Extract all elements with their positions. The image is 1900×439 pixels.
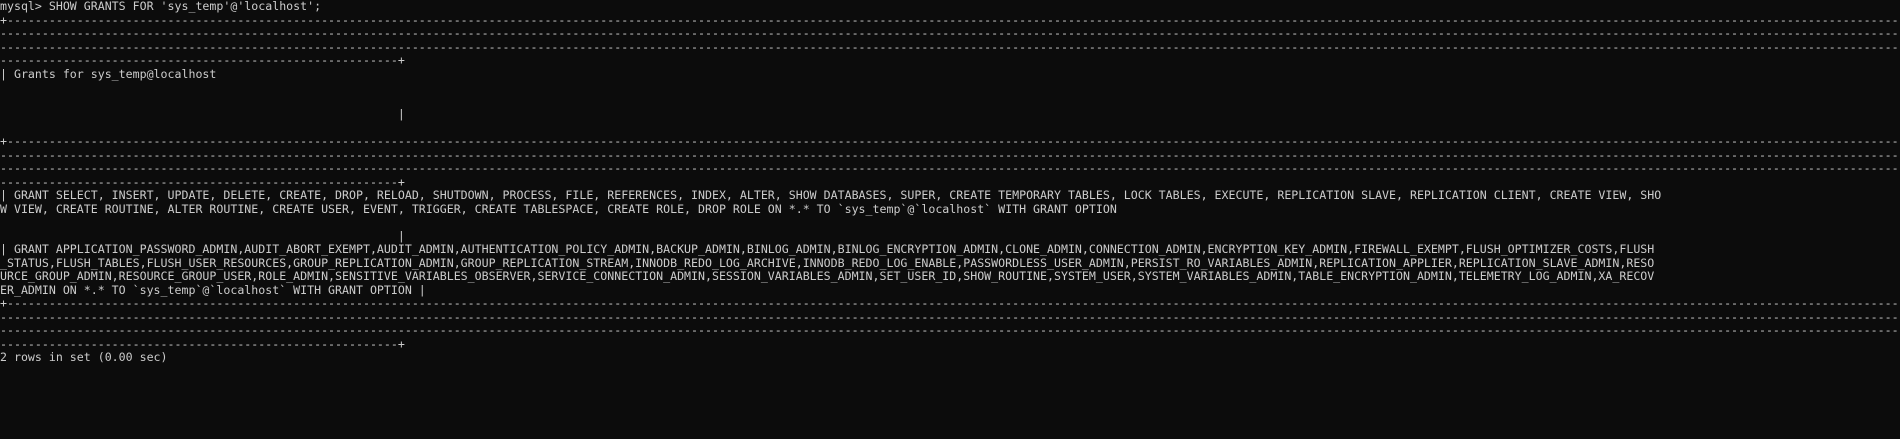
table-border-mid: ----------------------------------------… xyxy=(0,162,1900,175)
table-border-mid: ----------------------------------------… xyxy=(0,175,405,189)
table-border-top: ----------------------------------------… xyxy=(0,27,1900,40)
table-border-bottom: ----------------------------------------… xyxy=(0,337,405,351)
table-row: | GRANT SELECT, INSERT, UPDATE, DELETE, … xyxy=(0,189,1662,202)
table-row: ER_ADMIN ON *.* TO `sys_temp`@`localhost… xyxy=(0,283,426,297)
table-row-end: | xyxy=(0,229,405,243)
table-border-bottom: ----------------------------------------… xyxy=(0,324,1900,337)
table-border-top: ----------------------------------------… xyxy=(0,54,405,67)
table-row: W VIEW, CREATE ROUTINE, ALTER ROUTINE, C… xyxy=(0,202,1117,216)
command-line: mysql> SHOW GRANTS FOR 'sys_temp'@'local… xyxy=(0,0,322,13)
result-summary: 2 rows in set (0.00 sec) xyxy=(0,351,168,364)
table-border-bottom: ----------------------------------------… xyxy=(0,310,1900,324)
table-row: URCE_GROUP_ADMIN,RESOURCE_GROUP_USER,ROL… xyxy=(0,270,1655,283)
table-border-top: +---------------------------------------… xyxy=(0,13,1900,27)
table-header: | Grants for sys_temp@localhost xyxy=(0,67,217,81)
terminal-window[interactable]: mysql> SHOW GRANTS FOR 'sys_temp'@'local… xyxy=(0,0,1900,439)
table-border-mid: ----------------------------------------… xyxy=(0,148,1900,162)
table-header-end: | xyxy=(0,108,405,121)
table-border-mid: +---------------------------------------… xyxy=(0,135,1900,148)
table-border-top: ----------------------------------------… xyxy=(0,40,1900,54)
table-row: | GRANT APPLICATION_PASSWORD_ADMIN,AUDIT… xyxy=(0,243,1655,256)
table-row: _STATUS,FLUSH_TABLES,FLUSH_USER_RESOURCE… xyxy=(0,256,1655,270)
table-border-bottom: +---------------------------------------… xyxy=(0,297,1900,310)
